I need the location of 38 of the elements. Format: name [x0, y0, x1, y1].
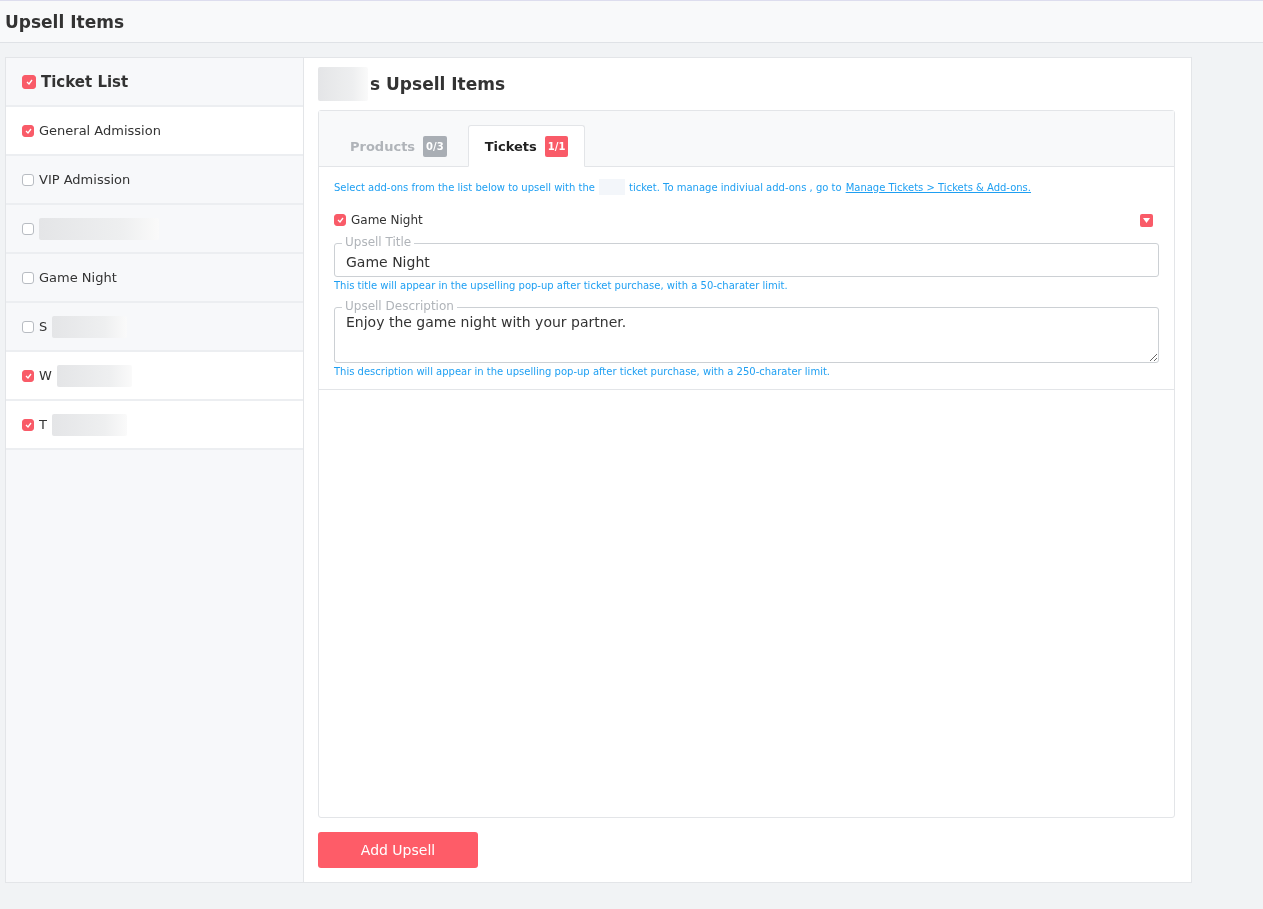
page-title: Upsell Items [5, 11, 124, 32]
field-hint: This description will appear in the upselling pop-up after ticket purchase, with a 250-charater limit. [334, 366, 831, 377]
field-label: Upsell Description [342, 299, 457, 313]
tab[interactable]: Tickets 1/1 [467, 125, 586, 167]
ticket-name: W [39, 368, 52, 383]
checkbox[interactable] [22, 222, 34, 235]
check-icon [24, 127, 32, 134]
ticket-name: S [39, 319, 48, 334]
ticket-name: T [39, 417, 47, 432]
collapse-button[interactable] [1140, 213, 1153, 227]
caret-down-icon [1143, 217, 1150, 223]
ticket-list-heading: Ticket List [41, 72, 129, 91]
ticket-row[interactable]: W [6, 352, 303, 401]
checkbox[interactable] [22, 369, 34, 382]
checkbox[interactable] [22, 74, 36, 89]
field-label: Upsell Title [342, 235, 415, 249]
check-icon [25, 78, 33, 85]
checkbox[interactable] [22, 124, 34, 137]
check-icon [336, 217, 344, 223]
checkbox[interactable] [334, 214, 346, 226]
count-badge: 0/3 [423, 135, 447, 157]
ticket-row[interactable]: General Admission [6, 107, 303, 156]
ticket-name: General Admission [39, 123, 161, 138]
check-icon [24, 372, 32, 379]
panel-title: s Upsell Items [370, 74, 506, 94]
intro-text: Select add-ons from the list below to upsell with the [334, 181, 595, 193]
ticket-name: Game Night [39, 270, 117, 285]
addon-name: Game Night [351, 213, 424, 227]
field-hint: This title will appear in the upselling pop-up after ticket purchase, with a 50-charater limit. [334, 280, 789, 291]
checkbox[interactable] [22, 271, 34, 284]
checkbox[interactable] [22, 173, 34, 186]
ticket-name: VIP Admission [39, 172, 131, 187]
count-badge: 1/1 [544, 135, 569, 157]
checkbox[interactable] [22, 418, 34, 431]
intro-text: ticket. To manage indiviual add-ons , go to [628, 181, 842, 193]
ticket-row[interactable]: T [6, 401, 303, 450]
check-icon [24, 421, 32, 428]
checkbox[interactable] [22, 320, 34, 333]
